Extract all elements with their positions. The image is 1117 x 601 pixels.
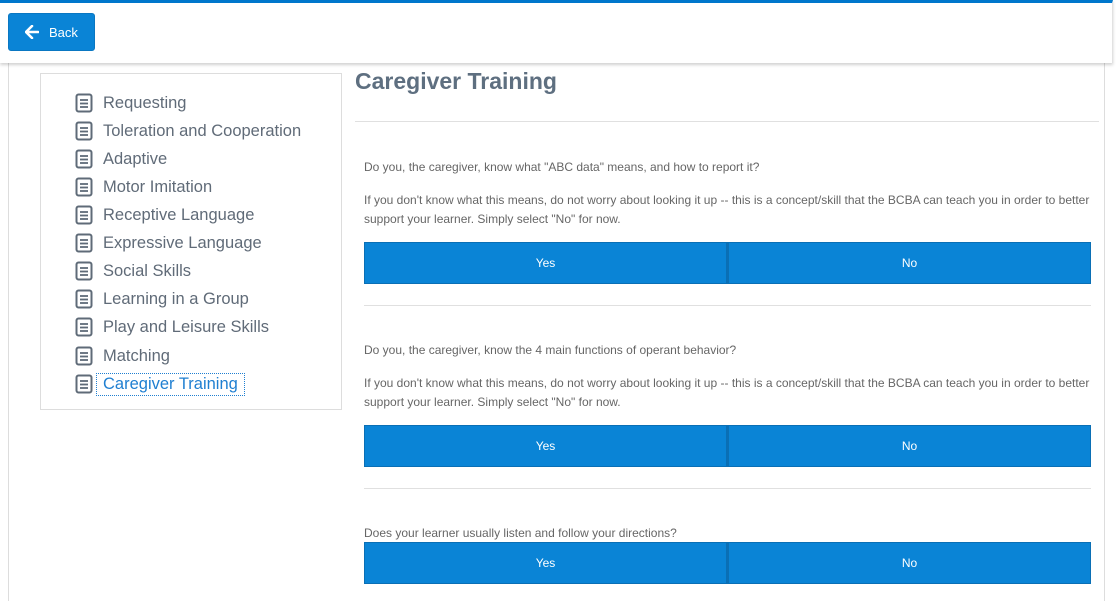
sidebar-item-play-and-leisure-skills[interactable]: Play and Leisure Skills: [74, 315, 269, 339]
top-bar: Back: [0, 0, 1113, 63]
sidebar-item-caregiver-training[interactable]: Caregiver Training: [74, 372, 245, 396]
document-icon: [75, 374, 93, 394]
sidebar-item-learning-in-a-group[interactable]: Learning in a Group: [74, 287, 249, 311]
question-text: Do you, the caregiver, know what "ABC da…: [364, 160, 760, 174]
sidebar-item-label: Requesting: [103, 93, 187, 112]
sidebar-nav: Requesting Toleration and Cooperation Ad…: [40, 73, 342, 410]
question-text: Does your learner usually listen and fol…: [364, 526, 677, 540]
yes-button[interactable]: Yes: [364, 242, 727, 284]
question-divider: [364, 305, 1091, 306]
no-button[interactable]: No: [727, 542, 1091, 584]
content-frame-left-border: [8, 63, 9, 601]
answer-button-group: Yes No: [364, 425, 1091, 467]
sidebar-item-label: Matching: [103, 346, 170, 365]
question-hint: If you don't know what this means, do no…: [364, 376, 1090, 409]
no-button[interactable]: No: [727, 425, 1091, 467]
sidebar-item-adaptive[interactable]: Adaptive: [74, 147, 167, 171]
sidebar-item-requesting[interactable]: Requesting: [74, 91, 186, 115]
sidebar-item-label: Receptive Language: [103, 205, 255, 224]
arrow-left-icon: [25, 25, 39, 39]
sidebar-item-label: Social Skills: [103, 261, 192, 280]
sidebar-item-label: Toleration and Cooperation: [103, 121, 302, 140]
document-icon: [75, 346, 93, 366]
question-hint: If you don't know what this means, do no…: [364, 193, 1090, 226]
answer-button-group: Yes No: [364, 542, 1091, 584]
sidebar-item-matching[interactable]: Matching: [74, 344, 170, 368]
document-icon: [75, 121, 93, 141]
sidebar-item-label: Play and Leisure Skills: [103, 317, 269, 336]
title-divider: [355, 121, 1099, 122]
no-button[interactable]: No: [727, 242, 1091, 284]
sidebar-item-label: Expressive Language: [103, 233, 262, 252]
yes-button[interactable]: Yes: [364, 425, 727, 467]
sidebar-item-receptive-language[interactable]: Receptive Language: [74, 203, 254, 227]
document-icon: [75, 149, 93, 169]
sidebar-item-label: Caregiver Training: [96, 372, 245, 396]
answer-button-group: Yes No: [364, 242, 1091, 284]
sidebar-item-expressive-language[interactable]: Expressive Language: [74, 231, 262, 255]
back-button-label: Back: [49, 24, 78, 40]
document-icon: [75, 205, 93, 225]
document-icon: [75, 317, 93, 337]
document-icon: [75, 177, 93, 197]
sidebar-item-label: Adaptive: [103, 149, 168, 168]
document-icon: [75, 93, 93, 113]
sidebar-item-social-skills[interactable]: Social Skills: [74, 259, 191, 283]
content-frame-right-border: [1104, 63, 1105, 601]
question-divider: [364, 488, 1091, 489]
document-icon: [75, 261, 93, 281]
sidebar-item-label: Motor Imitation: [103, 177, 213, 196]
sidebar-item-label: Learning in a Group: [103, 289, 249, 308]
document-icon: [75, 233, 93, 253]
document-icon: [75, 289, 93, 309]
yes-button[interactable]: Yes: [364, 542, 727, 584]
question-text: Do you, the caregiver, know the 4 main f…: [364, 343, 737, 357]
page-title: Caregiver Training: [355, 68, 557, 94]
back-button[interactable]: Back: [8, 13, 95, 51]
sidebar-item-motor-imitation[interactable]: Motor Imitation: [74, 175, 212, 199]
sidebar-item-toleration-and-cooperation[interactable]: Toleration and Cooperation: [74, 119, 301, 143]
